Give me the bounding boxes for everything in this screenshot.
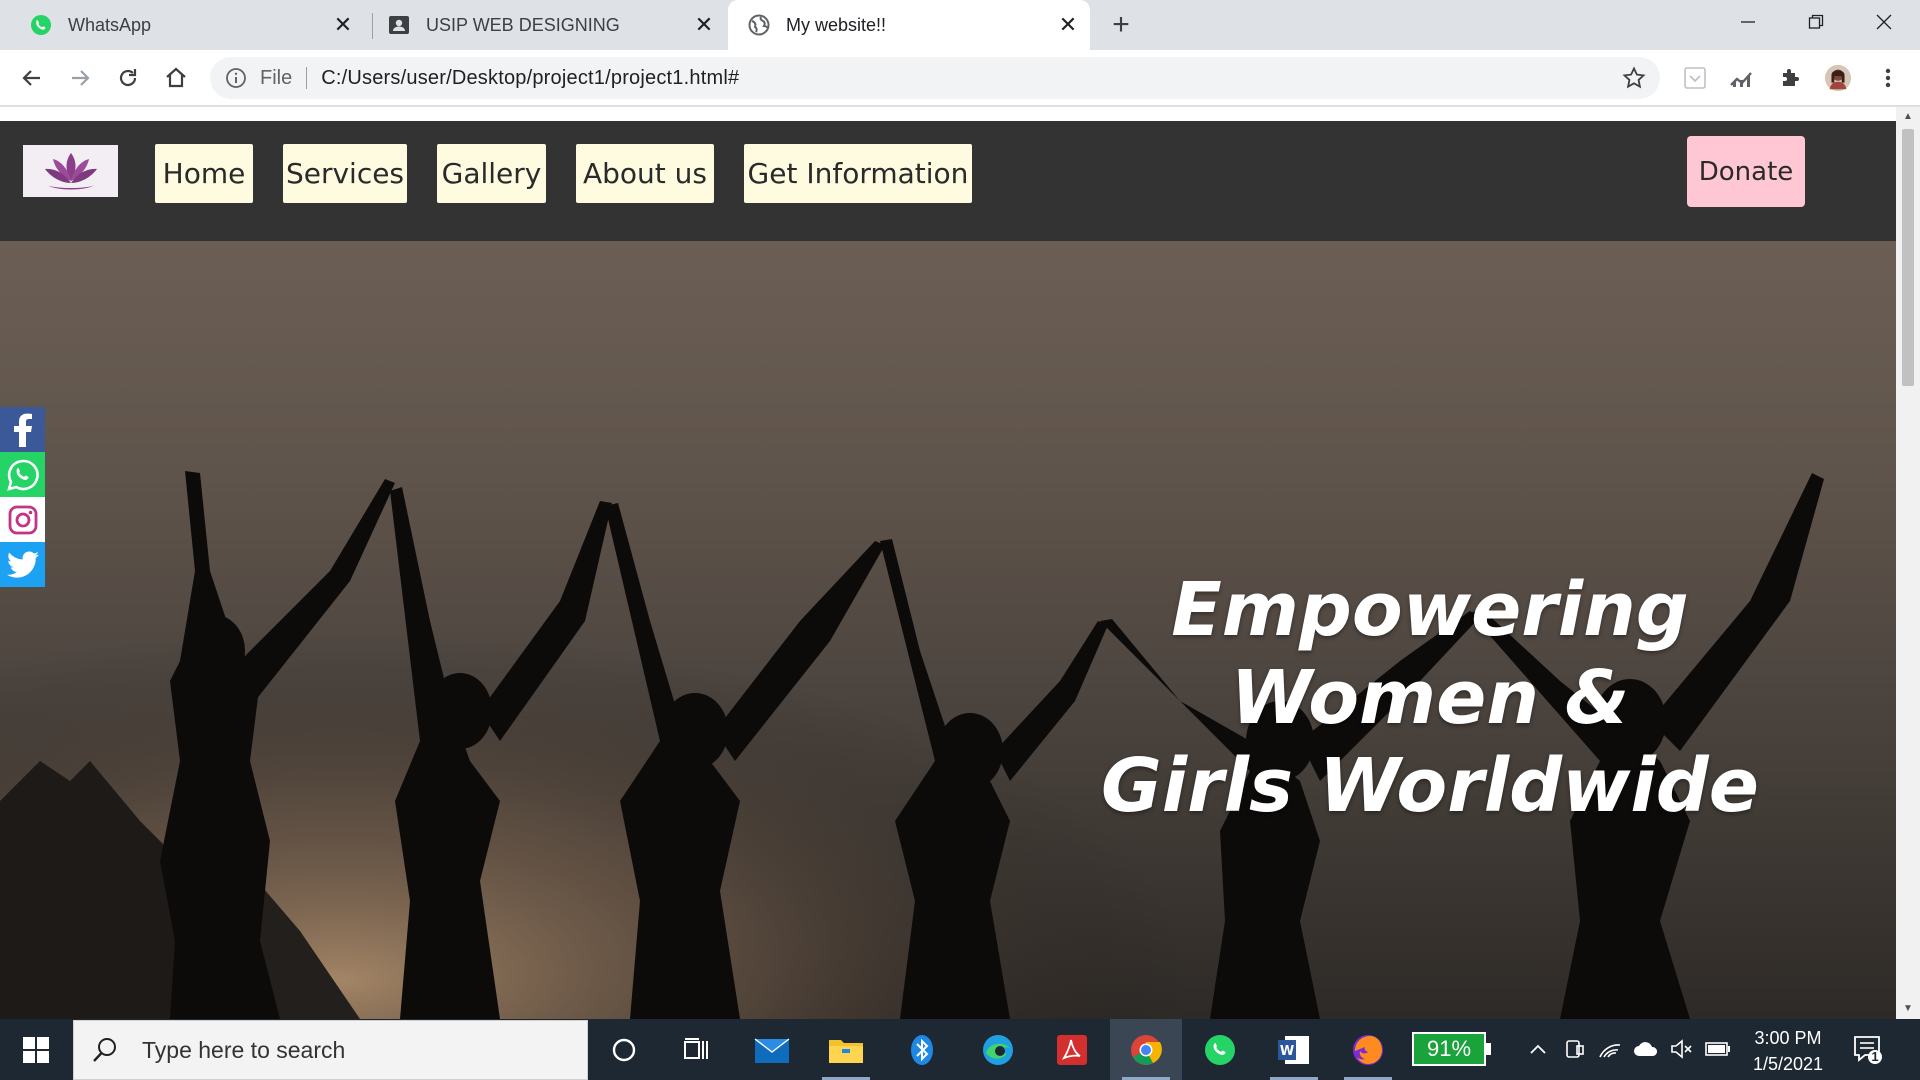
lotus-logo-icon[interactable] — [23, 145, 118, 197]
word-icon[interactable]: W — [1258, 1019, 1330, 1080]
tab-title: WhatsApp — [68, 14, 152, 35]
hero-headline-line-2: Girls Worldwide — [1101, 743, 1759, 829]
battery-indicator[interactable]: 91% — [1412, 1032, 1491, 1066]
twitter-icon[interactable] — [0, 542, 45, 587]
browser-tab-strip: WhatsApp ✕ USIP WEB DESIGNING ✕ My websi… — [0, 0, 1920, 50]
close-tab-icon[interactable]: ✕ — [692, 12, 716, 37]
search-icon — [93, 1038, 116, 1062]
site-info-icon[interactable] — [224, 66, 248, 90]
tab-whatsapp[interactable]: WhatsApp ✕ — [0, 0, 365, 50]
address-bar[interactable]: File C:/Users/user/Desktop/project1/proj… — [210, 57, 1660, 99]
chrome-menu-icon[interactable] — [1874, 64, 1902, 92]
page-top-margin — [0, 107, 1896, 121]
wifi-icon[interactable] — [1596, 1035, 1624, 1063]
minimize-icon[interactable] — [1714, 0, 1782, 44]
tab-my-website[interactable]: My website!! ✕ — [728, 0, 1090, 50]
nav-link-get-information[interactable]: Get Information — [744, 144, 972, 203]
tab-title: USIP WEB DESIGNING — [426, 14, 620, 35]
back-icon[interactable] — [14, 60, 50, 96]
acrobat-reader-icon[interactable] — [1036, 1019, 1108, 1080]
volume-muted-icon[interactable] — [1668, 1035, 1696, 1063]
restore-icon[interactable] — [1782, 0, 1850, 44]
bluetooth-icon[interactable] — [886, 1019, 958, 1080]
hero-headline-line-1: Empowering Women & — [1171, 567, 1689, 741]
browser-toolbar: File C:/Users/user/Desktop/project1/proj… — [0, 50, 1920, 106]
task-view-icon[interactable] — [660, 1019, 732, 1080]
new-tab-button[interactable]: + — [1106, 8, 1136, 41]
taskbar-clock[interactable]: 3:00 PM 1/5/2021 — [1738, 1025, 1838, 1077]
touch-keyboard-icon[interactable] — [1560, 1035, 1588, 1063]
hero-headline: Empowering Women & Girls Worldwide — [1030, 566, 1830, 830]
file-explorer-icon[interactable] — [810, 1019, 882, 1080]
chrome-browser-icon[interactable] — [1110, 1019, 1182, 1080]
battery-tray-icon[interactable] — [1704, 1035, 1732, 1063]
forward-icon[interactable] — [62, 60, 98, 96]
globe-icon — [748, 14, 770, 36]
url-divider — [306, 67, 308, 89]
nav-link-home[interactable]: Home — [155, 144, 253, 203]
windows-start-icon[interactable] — [0, 1019, 72, 1080]
nav-link-about-us[interactable]: About us — [576, 144, 714, 203]
screen: WhatsApp ✕ USIP WEB DESIGNING ✕ My websi… — [0, 0, 1920, 1080]
close-tab-icon[interactable]: ✕ — [331, 12, 355, 37]
edge-browser-icon[interactable] — [962, 1019, 1034, 1080]
classroom-icon — [388, 14, 410, 36]
facebook-icon[interactable] — [0, 407, 45, 452]
home-icon[interactable] — [158, 60, 194, 96]
pocket-extension-icon[interactable] — [1681, 64, 1709, 92]
cortana-icon[interactable] — [588, 1019, 660, 1080]
onedrive-cloud-icon[interactable] — [1632, 1035, 1660, 1063]
instagram-icon[interactable] — [0, 497, 45, 542]
show-hidden-icons-icon[interactable] — [1524, 1035, 1552, 1063]
hero-banner: Empowering Women & Girls Worldwide — [0, 241, 1896, 1019]
scrollbar-thumb[interactable] — [1902, 129, 1914, 386]
page-viewport: Home Services Gallery About us Get Infor… — [0, 107, 1896, 1019]
url-scheme-label: File — [260, 66, 293, 89]
svg-text:W: W — [1280, 1044, 1294, 1059]
firefox-icon[interactable] — [1332, 1019, 1404, 1080]
tab-title: My website!! — [786, 14, 887, 35]
whatsapp-icon — [30, 14, 52, 36]
profile-avatar[interactable] — [1824, 64, 1852, 92]
extensions-puzzle-icon[interactable] — [1777, 64, 1805, 92]
analytics-extension-icon[interactable] — [1728, 64, 1756, 92]
nav-link-services[interactable]: Services — [283, 144, 407, 203]
window-close-icon[interactable] — [1850, 0, 1918, 44]
bookmark-star-icon[interactable] — [1622, 66, 1646, 90]
clock-time: 3:00 PM — [1754, 1028, 1822, 1048]
nav-link-gallery[interactable]: Gallery — [437, 144, 546, 203]
reload-icon[interactable] — [110, 60, 146, 96]
whatsapp-desktop-icon[interactable] — [1184, 1019, 1256, 1080]
close-tab-icon[interactable]: ✕ — [1056, 12, 1080, 37]
clock-date: 1/5/2021 — [1752, 1054, 1824, 1074]
page-scrollbar[interactable]: ▲ ▼ — [1896, 107, 1920, 1019]
scroll-up-icon[interactable]: ▲ — [1902, 111, 1914, 123]
url-text[interactable]: C:/Users/user/Desktop/project1/project1.… — [321, 67, 739, 90]
whatsapp-icon[interactable] — [0, 452, 45, 497]
notification-center-icon[interactable]: 1 — [1852, 1033, 1884, 1065]
donate-button[interactable]: Donate — [1687, 136, 1805, 207]
search-placeholder: Type here to search — [142, 1036, 346, 1063]
mail-icon[interactable] — [736, 1019, 808, 1080]
tab-usip-web-designing[interactable]: USIP WEB DESIGNING ✕ — [358, 0, 726, 50]
site-navbar: Home Services Gallery About us Get Infor… — [0, 121, 1896, 241]
taskbar-search-box[interactable]: Type here to search — [73, 1020, 588, 1080]
scroll-down-icon[interactable]: ▼ — [1902, 1003, 1914, 1015]
notification-count-badge: 1 — [1871, 1049, 1879, 1064]
windows-taskbar: Type here to search W 91% 3:00 PM 1/5/20… — [0, 1019, 1920, 1080]
